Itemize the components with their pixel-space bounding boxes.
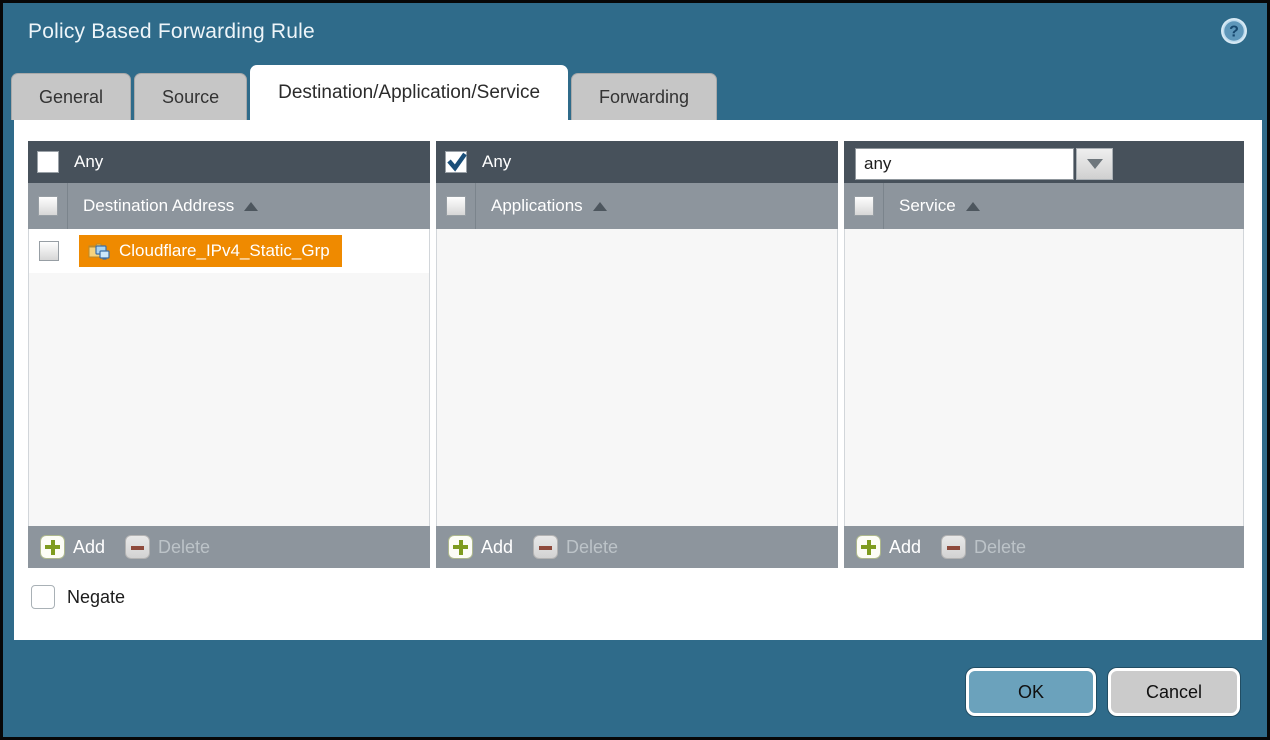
add-button-label: Add [889,537,921,558]
service-delete-button[interactable]: Delete [941,535,1026,559]
negate-checkbox[interactable] [31,585,55,609]
policy-based-forwarding-dialog: Policy Based Forwarding Rule ? General S… [0,0,1270,740]
applications-panel: Any Applications Add Delete [436,141,838,568]
destination-header-label: Destination Address [83,196,234,216]
destination-column-header[interactable]: Destination Address [28,183,430,229]
delete-button-label: Delete [974,537,1026,558]
applications-any-bar: Any [436,141,838,183]
service-dropdown-bar: any [844,141,1244,183]
sort-ascending-icon [593,202,607,211]
service-column-header[interactable]: Service [844,183,1244,229]
svg-text:?: ? [1229,24,1239,41]
add-button-label: Add [73,537,105,558]
destination-any-checkbox[interactable] [37,151,59,173]
destination-any-bar: Any [28,141,430,183]
add-button-label: Add [481,537,513,558]
destination-delete-button[interactable]: Delete [125,535,210,559]
delete-minus-icon [125,535,150,559]
header-separator [883,183,884,229]
destination-selectall-checkbox[interactable] [38,196,58,216]
service-dropdown-value[interactable]: any [855,148,1074,180]
add-plus-icon [40,535,65,559]
service-add-button[interactable]: Add [856,535,941,559]
dialog-title: Policy Based Forwarding Rule [28,20,315,44]
delete-minus-icon [941,535,966,559]
service-dropdown-button[interactable] [1076,148,1113,180]
add-plus-icon [856,535,881,559]
tab-forwarding[interactable]: Forwarding [571,73,717,120]
cancel-button[interactable]: Cancel [1108,668,1240,716]
tab-content: Any Destination Address [14,120,1262,640]
applications-column-header[interactable]: Applications [436,183,838,229]
destination-list: Cloudflare_IPv4_Static_Grp [28,229,430,526]
sort-ascending-icon [966,202,980,211]
tab-source[interactable]: Source [134,73,247,120]
service-selectall-checkbox[interactable] [854,196,874,216]
applications-any-checkbox[interactable] [445,151,467,173]
delete-minus-icon [533,535,558,559]
checkmark-icon [445,149,469,173]
service-list [844,229,1244,526]
applications-any-label: Any [482,152,511,172]
tab-bar: General Source Destination/Application/S… [11,65,720,120]
tab-destination-application-service[interactable]: Destination/Application/Service [250,65,568,120]
applications-actions-bar: Add Delete [436,526,838,568]
applications-add-button[interactable]: Add [448,535,533,559]
applications-selectall-checkbox[interactable] [446,196,466,216]
service-dropdown: any [855,148,1113,180]
header-separator [67,183,68,229]
ok-button[interactable]: OK [966,668,1096,716]
delete-button-label: Delete [158,537,210,558]
row-checkbox[interactable] [39,241,59,261]
help-icon[interactable]: ? [1220,17,1248,45]
service-actions-bar: Add Delete [844,526,1244,568]
applications-header-label: Applications [491,196,583,216]
destination-address-item[interactable]: Cloudflare_IPv4_Static_Grp [79,235,342,267]
destination-address-panel: Any Destination Address [28,141,430,568]
header-separator [475,183,476,229]
service-panel: any Service Add [844,141,1244,568]
destination-item-label: Cloudflare_IPv4_Static_Grp [119,241,330,261]
delete-button-label: Delete [566,537,618,558]
tab-general[interactable]: General [11,73,131,120]
applications-list [436,229,838,526]
chevron-down-icon [1087,159,1103,169]
service-header-label: Service [899,196,956,216]
applications-delete-button[interactable]: Delete [533,535,618,559]
list-item: Cloudflare_IPv4_Static_Grp [29,229,429,273]
address-group-icon [88,242,110,260]
destination-any-label: Any [74,152,103,172]
destination-actions-bar: Add Delete [28,526,430,568]
negate-label: Negate [67,587,125,608]
destination-add-button[interactable]: Add [40,535,125,559]
negate-checkbox-row[interactable]: Negate [31,585,125,609]
sort-ascending-icon [244,202,258,211]
add-plus-icon [448,535,473,559]
